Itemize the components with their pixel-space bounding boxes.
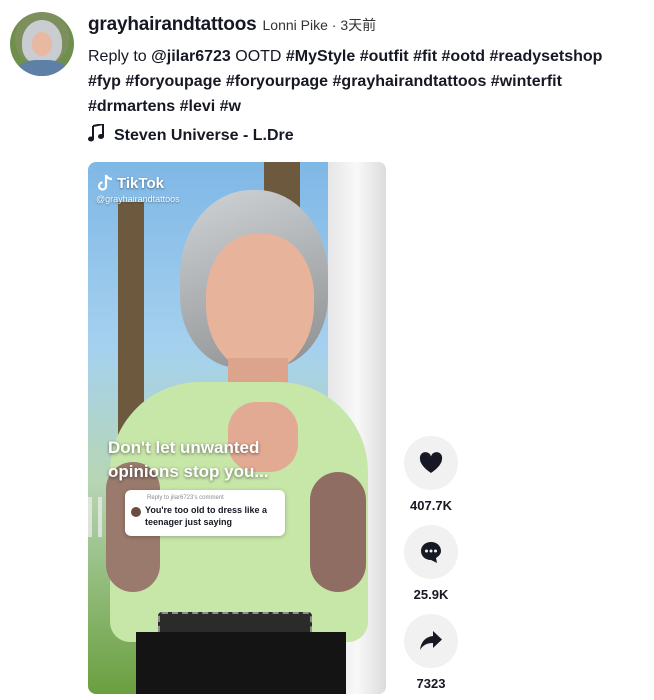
tiktok-watermark: TikTok @grayhairandtattoos [96,174,180,205]
video-subject-face [206,234,314,372]
watermark-logo: TikTok [96,174,180,192]
tiktok-post: grayhairandtattoos Lonni Pike · 3天前 Repl… [0,0,654,700]
caption-text: OOTD [230,48,286,65]
reply-comment-card: Reply to jilar6723's comment You're too … [125,490,285,536]
tiktok-logo-icon [97,174,113,191]
hashtag-link[interactable]: #winterfit [491,73,562,90]
comment-button[interactable] [404,525,458,579]
video-overlay-text: Don't let unwanted opinions stop you... [108,438,269,481]
avatar-face [32,32,52,56]
post-meta: Lonni Pike · 3天前 [263,15,377,35]
reply-card-comment: You're too old to dress like a teenager … [145,505,267,527]
hashtag-link[interactable]: #fyp [88,73,121,90]
watermark-logo-text: TikTok [117,174,164,192]
meta-separator: · [331,17,337,33]
video-subject-tattooed-arm [310,472,366,592]
music-title: Steven Universe - L.Dre [114,126,294,144]
display-name: Lonni Pike [262,17,328,33]
reply-card-label: Reply to jilar6723's comment [147,495,224,501]
comment-count: 25.9K [413,587,449,602]
share-action: 7323 [402,614,460,691]
hashtag-link[interactable]: #MyStyle [286,48,355,65]
avatar-shirt [18,60,66,76]
hashtag-link[interactable]: #levi [180,98,216,115]
username-link[interactable]: grayhairandtattoos [88,14,257,36]
like-action: 407.7K [402,436,460,513]
share-icon [420,631,442,650]
music-link[interactable]: Steven Universe - L.Dre [88,122,294,147]
hashtag-link[interactable]: #foryoupage [125,73,221,90]
caption-reply-prefix: Reply to [88,48,152,65]
hashtag-link[interactable]: #outfit [360,48,409,65]
post-caption: Reply to @jilar6723 OOTD #MyStyle #outfi… [88,44,648,119]
post-header: grayhairandtattoos Lonni Pike · 3天前 [88,14,376,36]
heart-icon [419,452,443,473]
hashtag-link[interactable]: #ootd [442,48,486,65]
comment-action: 25.9K [402,525,460,602]
time-ago: 3天前 [340,17,377,33]
hashtag-link[interactable]: #foryourpage [226,73,328,90]
like-button[interactable] [404,436,458,490]
hashtag-link[interactable]: #readysetshop [490,48,603,65]
watermark-handle: @grayhairandtattoos [96,194,180,204]
hashtag-link[interactable]: #drmartens [88,98,175,115]
avatar[interactable] [10,12,74,76]
hashtag-link[interactable]: #grayhairandtattoos [333,73,487,90]
like-count: 407.7K [410,498,452,513]
video-subject-pants [136,632,346,694]
comment-icon [421,542,441,563]
share-button[interactable] [404,614,458,668]
share-count: 7323 [416,676,446,691]
video-player[interactable]: TikTok @grayhairandtattoos Don't let unw… [88,162,386,694]
hashtag-link[interactable]: #w [220,98,241,115]
caption-reply-handle[interactable]: @jilar6723 [151,48,231,65]
reply-card-avatar [131,507,141,517]
hashtag-link[interactable]: #fit [413,48,437,65]
music-note-icon [88,122,106,147]
